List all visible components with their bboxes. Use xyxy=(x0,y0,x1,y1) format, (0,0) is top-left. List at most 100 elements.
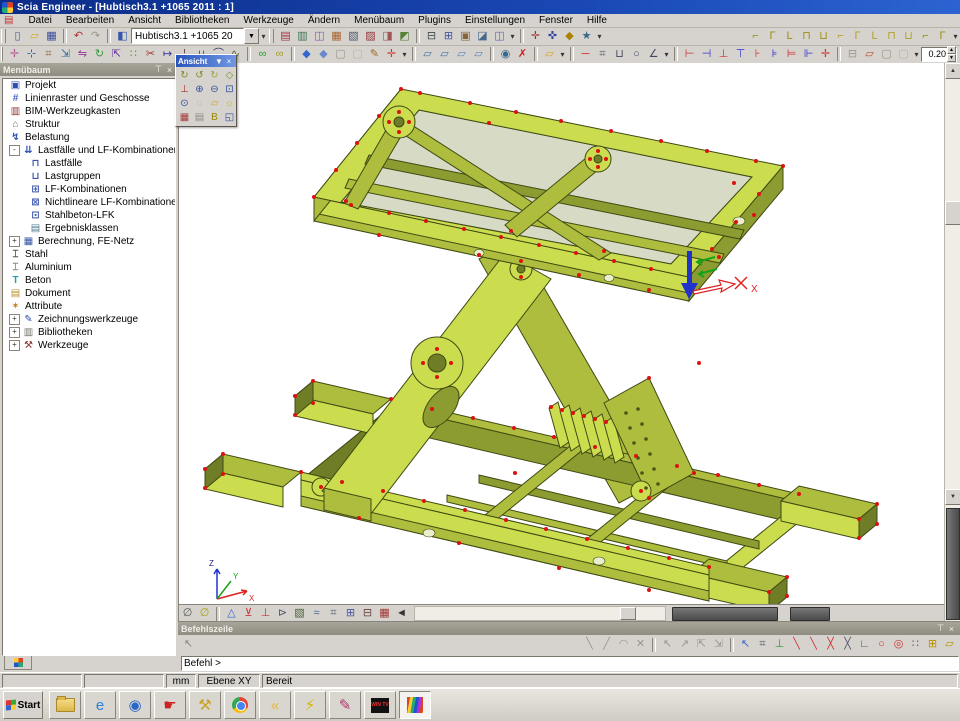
load-display-icon[interactable]: ⊻ xyxy=(240,606,257,621)
vertical-scrollbar[interactable]: ▲ ▼ xyxy=(944,63,960,621)
member-move-icon[interactable]: ✛ xyxy=(817,47,834,62)
close-icon[interactable]: × xyxy=(164,65,175,75)
grid-snap-icon[interactable]: ⌗ xyxy=(754,637,771,652)
delete-icon[interactable]: ✗ xyxy=(514,47,531,62)
light-icon[interactable]: ☼ xyxy=(223,97,236,110)
tree-item[interactable]: ⊞LF-Kombinationen xyxy=(3,183,175,196)
tree-item[interactable]: ▣Projekt xyxy=(3,79,175,92)
snap-arc-icon[interactable]: ◠ xyxy=(615,637,632,652)
file-explorer-icon[interactable] xyxy=(49,691,81,719)
active-document-icon[interactable]: ▤ xyxy=(4,15,13,26)
menu-item[interactable]: Bearbeiten xyxy=(59,15,121,26)
redo-icon[interactable]: ↷ xyxy=(87,29,104,44)
member-support-icon-2[interactable]: ⊤ xyxy=(732,47,749,62)
database-icon[interactable]: ▦ xyxy=(328,29,345,44)
zoom-window-icon[interactable]: ⊡ xyxy=(223,83,236,96)
pin-icon[interactable]: ⊤ xyxy=(153,64,164,75)
clipping-plane-icon[interactable]: ▤ xyxy=(193,111,206,124)
media-player-icon[interactable]: ◉ xyxy=(119,691,151,719)
tree-item[interactable]: #Linienraster und Geschosse xyxy=(3,92,175,105)
report-icon[interactable]: ◩ xyxy=(396,29,413,44)
new-document-icon[interactable]: ▯ xyxy=(9,29,26,44)
toolbar-overflow-icon[interactable]: ▾ xyxy=(400,50,409,59)
internet-explorer-icon[interactable]: e xyxy=(84,691,116,719)
dark-scrollbar-left[interactable] xyxy=(672,607,778,621)
member-support-icon-1[interactable]: ⊥ xyxy=(715,47,732,62)
ortho-icon[interactable]: ⊥ xyxy=(771,637,788,652)
section-display-icon[interactable]: ⊟ xyxy=(359,606,376,621)
tree-item[interactable]: +✎Zeichnungswerkzeuge xyxy=(3,313,175,326)
mesh-setup-icon[interactable]: ✜ xyxy=(544,29,561,44)
angle-icon[interactable]: ∠ xyxy=(645,47,662,62)
image-export-icon[interactable]: ▣ xyxy=(457,29,474,44)
member-load-icon-1[interactable]: ⊨ xyxy=(783,47,800,62)
copy-node-icon[interactable]: ⊹ xyxy=(23,47,40,62)
tree-item[interactable]: ▤Dokument xyxy=(3,287,175,300)
toolbar-overflow-icon[interactable]: ▾ xyxy=(912,50,921,59)
member-end-icon-1[interactable]: ⊢ xyxy=(681,47,698,62)
snap-settings-icon[interactable]: ⊞ xyxy=(924,637,941,652)
collapse-icon[interactable]: - xyxy=(9,145,20,156)
frame-joint-icon-5[interactable]: ⊔ xyxy=(815,29,832,44)
tree-item[interactable]: +▦Berechnung, FE-Netz xyxy=(3,235,175,248)
close-icon[interactable]: × xyxy=(946,624,957,634)
pin-icon[interactable]: ⊤ xyxy=(935,623,946,634)
project-select-dropdown-icon[interactable]: ▼ xyxy=(244,28,259,44)
named-view-icon[interactable]: B xyxy=(208,111,221,124)
link-members-icon[interactable]: ∞ xyxy=(254,47,271,62)
snap-mid-icon[interactable]: ╳ xyxy=(822,637,839,652)
calculation-icon[interactable]: ✛ xyxy=(527,29,544,44)
chevron-down-icon[interactable]: ▼ xyxy=(214,57,224,66)
visibility-eye-icon[interactable]: ◉ xyxy=(497,47,514,62)
ansicht-header[interactable]: Ansicht ▼ × xyxy=(176,55,236,67)
close-icon[interactable]: × xyxy=(224,57,234,66)
grid-icon[interactable]: ⌗ xyxy=(594,47,611,62)
spinner-arrows[interactable]: ▲▼ xyxy=(947,46,956,62)
layers-icon[interactable]: ▥ xyxy=(294,29,311,44)
member-hinge-icon-2[interactable]: ⊧ xyxy=(766,47,783,62)
trim-icon[interactable]: ✂ xyxy=(142,47,159,62)
rotate-view-x-icon[interactable]: ↻ xyxy=(178,69,191,82)
shading-toggle-icon[interactable]: ∅ xyxy=(196,606,213,621)
tree-item[interactable]: ⌶Stahl xyxy=(3,248,175,261)
frame-joint-icon-12[interactable]: Γ xyxy=(934,29,951,44)
support-display-icon[interactable]: ⊥ xyxy=(257,606,274,621)
tree-item[interactable]: ▥BIM-Werkzeugkasten xyxy=(3,105,175,118)
tree-item[interactable]: +▥Bibliotheken xyxy=(3,326,175,339)
horizontal-scrollbar[interactable] xyxy=(414,606,666,621)
menu-item[interactable]: Werkzeuge xyxy=(236,15,300,26)
render-settings-icon-1[interactable]: ▢ xyxy=(878,47,895,62)
toolbar-grip[interactable] xyxy=(269,29,274,43)
toolbar-overflow-icon[interactable]: ▾ xyxy=(259,32,268,41)
tree-item[interactable]: ▤Ergebnisklassen xyxy=(3,222,175,235)
document-icon[interactable]: ◪ xyxy=(474,29,491,44)
xml-io-icon[interactable]: ◫ xyxy=(311,29,328,44)
toolbar-overflow-icon[interactable]: ▾ xyxy=(595,32,604,41)
move-node-icon[interactable]: ✛ xyxy=(6,47,23,62)
tree-item[interactable]: -⇊Lastfälle und LF-Kombinationen xyxy=(3,144,175,157)
solver-setup-icon[interactable]: ◆ xyxy=(561,29,578,44)
layer-folder-icon-4[interactable]: ▱ xyxy=(470,47,487,62)
open-folder-icon[interactable]: ▱ xyxy=(26,29,43,44)
tree-item[interactable]: TBeton xyxy=(3,274,175,287)
scia-engineer-icon[interactable] xyxy=(399,691,431,719)
selection-arrow-icon[interactable]: ↖ xyxy=(180,637,197,652)
move-ucs-icon[interactable]: ✛ xyxy=(383,47,400,62)
mirror-icon[interactable]: ⇋ xyxy=(74,47,91,62)
save-view-icon[interactable]: ⊟ xyxy=(844,47,861,62)
member-hinge-icon-1[interactable]: ⊦ xyxy=(749,47,766,62)
polyline-icon[interactable]: ⊔ xyxy=(611,47,628,62)
results-display-icon[interactable]: ▦ xyxy=(376,606,393,621)
clipboard-paste-icon[interactable]: ▢ xyxy=(349,47,366,62)
menu-item[interactable]: Plugins xyxy=(411,15,458,26)
menu-item[interactable]: Bibliotheken xyxy=(168,15,236,26)
mesh-display-icon[interactable]: ⌗ xyxy=(325,606,342,621)
link-loads-icon[interactable]: ∞ xyxy=(271,47,288,62)
wintv-icon[interactable]: WIN TV xyxy=(364,691,396,719)
frame-joint-icon-6[interactable]: ⌐ xyxy=(832,29,849,44)
import-view-icon[interactable]: ▱ xyxy=(861,47,878,62)
open-view-icon[interactable]: ▱ xyxy=(541,47,558,62)
view-parameters-icon[interactable]: ▱ xyxy=(208,97,221,110)
zoom-all-icon[interactable]: ⊙ xyxy=(178,97,191,110)
rotate-view-y-icon[interactable]: ↺ xyxy=(193,69,206,82)
